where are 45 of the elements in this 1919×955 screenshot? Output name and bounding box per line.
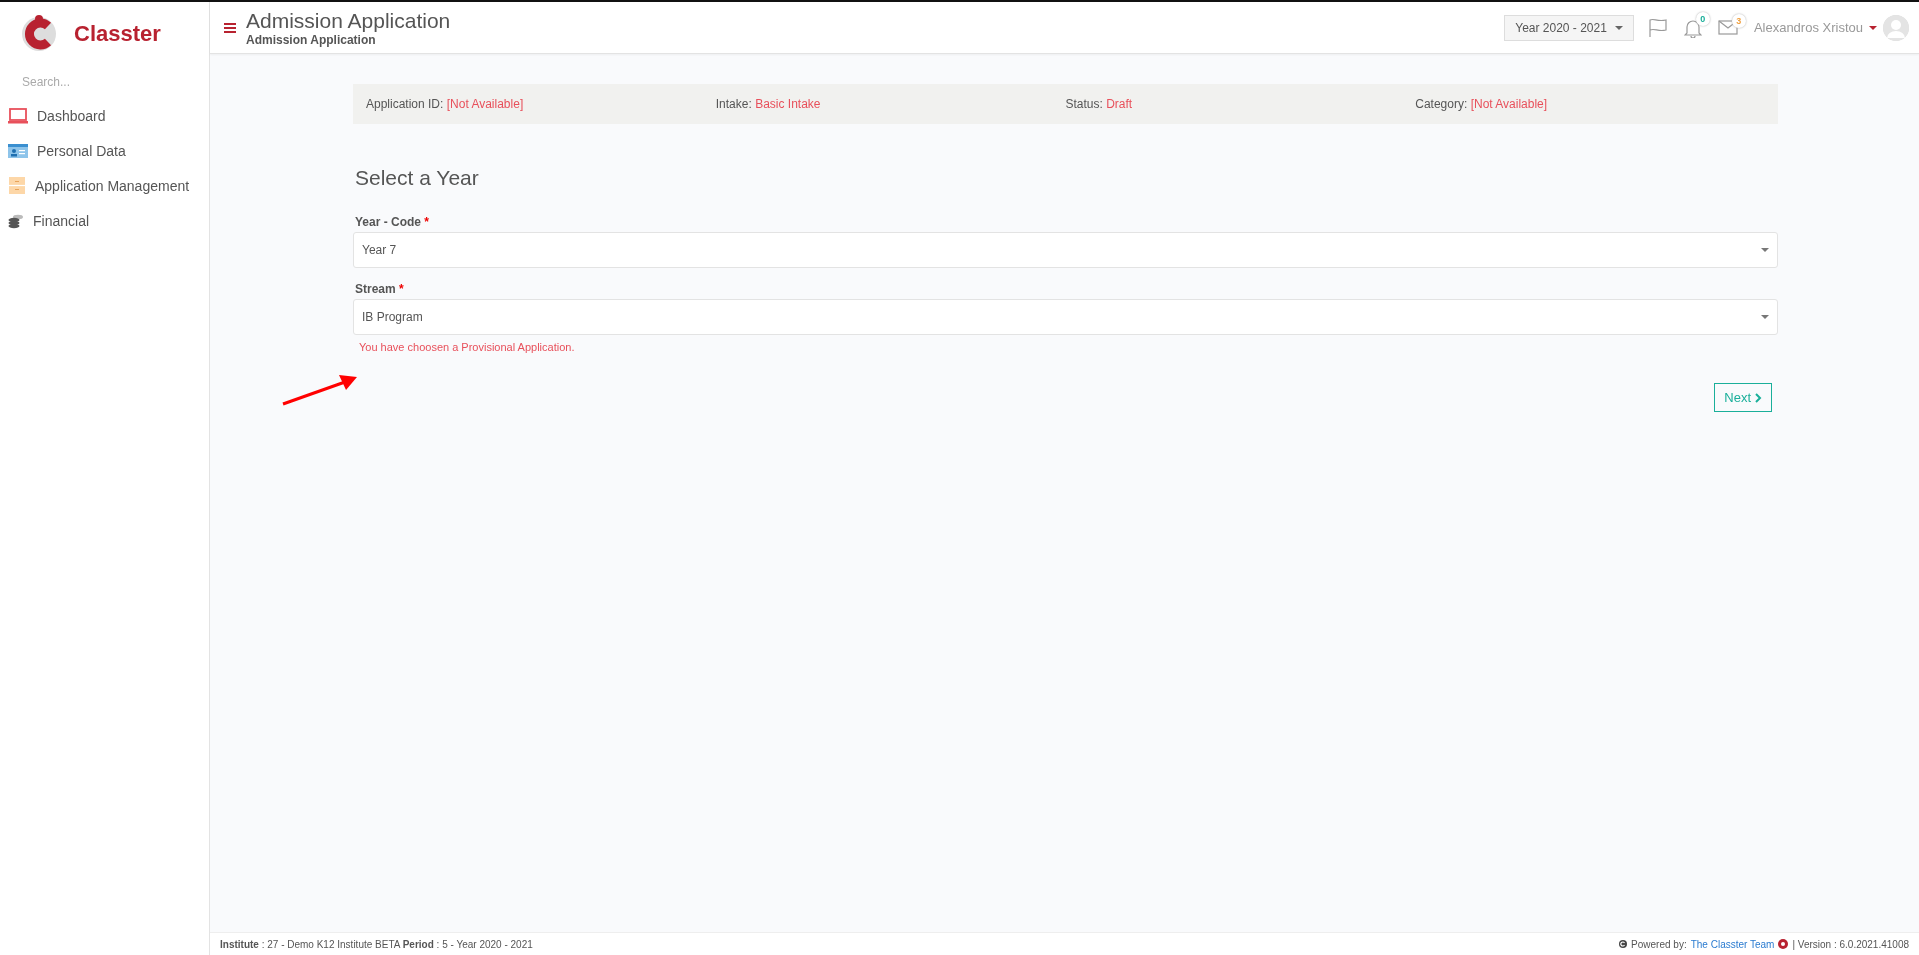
logo-icon xyxy=(20,14,58,54)
chevron-right-icon xyxy=(1755,392,1762,403)
provisional-notice: You have choosen a Provisional Application. xyxy=(359,341,576,353)
flag-icon[interactable] xyxy=(1647,17,1668,38)
sidebar-item[interactable]: Dashboard xyxy=(0,98,209,133)
notification-badge: 0 xyxy=(1695,11,1710,26)
institute-info: Institute : 27 - Demo K12 Institute BETA Period : 5 - Year 2020 - 2021 xyxy=(220,938,533,950)
info-label: Intake: xyxy=(715,97,752,111)
menu-icon[interactable] xyxy=(224,22,236,33)
id-card-icon xyxy=(8,142,28,159)
field-label: Year - Code * xyxy=(355,215,431,229)
logo-text: Classter xyxy=(74,21,161,47)
sidebar-item[interactable]: Personal Data xyxy=(0,133,209,168)
info-value: [Not Available] xyxy=(1470,97,1548,111)
select-field[interactable]: IB Program xyxy=(353,299,1778,335)
envelope-icon[interactable] xyxy=(1717,20,1738,35)
caret-icon xyxy=(1761,248,1769,252)
message-badge: 3 xyxy=(1731,14,1746,28)
page-title: Admission Application xyxy=(246,8,452,33)
logo-icon xyxy=(1778,939,1789,949)
info-value: Draft xyxy=(1106,97,1133,111)
version-label: | Version : 6.0.2021.41008 xyxy=(1792,938,1909,950)
caret-icon xyxy=(1614,25,1623,30)
powered-by-label: Powered by: xyxy=(1631,938,1687,950)
info-label: Application ID: xyxy=(366,97,444,111)
info-label: Category: xyxy=(1415,97,1468,111)
sidebar-item[interactable]: Application Management xyxy=(0,168,209,203)
sidebar-item[interactable]: Financial xyxy=(0,203,209,238)
year-selector[interactable]: Year 2020 - 2021 xyxy=(1504,14,1634,41)
page-subtitle: Admission Application xyxy=(246,32,377,47)
field-label: Stream * xyxy=(355,282,405,296)
caret-icon[interactable] xyxy=(1869,25,1877,30)
team-link[interactable]: The Classter Team xyxy=(1690,938,1775,950)
info-value: [Not Available] xyxy=(446,97,524,111)
select-field[interactable]: Year 7 xyxy=(353,232,1778,268)
caret-icon xyxy=(1761,315,1769,319)
laptop-icon xyxy=(8,107,28,124)
section-heading: Select a Year xyxy=(355,166,480,190)
copyright-icon xyxy=(1619,940,1628,948)
coins-icon xyxy=(8,212,24,229)
drawers-icon xyxy=(8,177,26,194)
search-field[interactable]: Search... xyxy=(20,74,174,90)
info-value: Basic Intake xyxy=(755,97,821,111)
bell-icon[interactable] xyxy=(1683,17,1702,38)
info-label: Status: xyxy=(1065,97,1103,111)
